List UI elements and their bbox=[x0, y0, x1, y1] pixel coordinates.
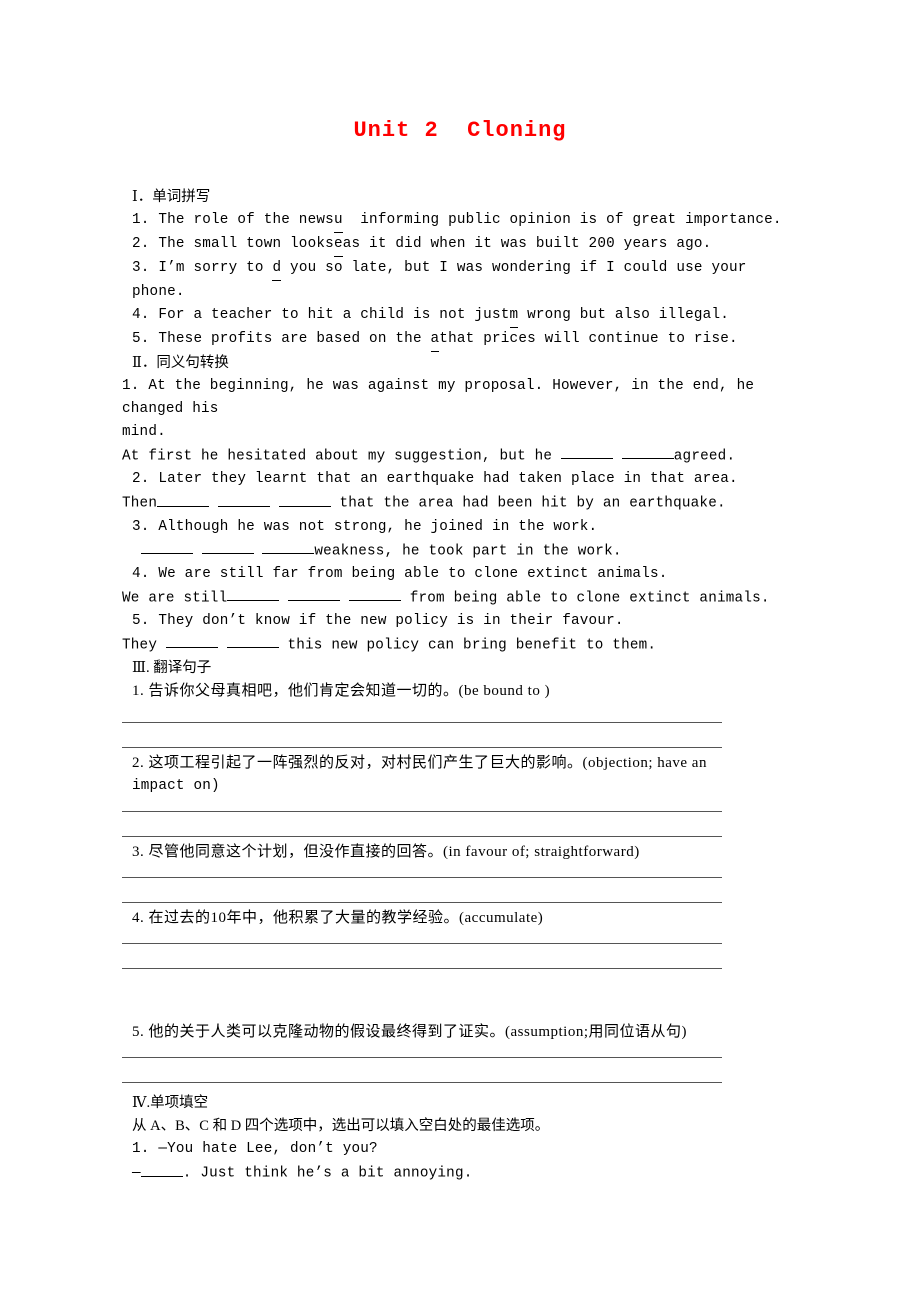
page-title: Unit 2 Cloning bbox=[353, 118, 567, 143]
s2-item-3-blank-3[interactable] bbox=[262, 539, 315, 554]
s3-item-5: 5. 他的关于人类可以克隆动物的假设最终得到了证实。(assumption;用同… bbox=[132, 1024, 687, 1041]
s2-item-5: 5. They don’t know if the new policy is … bbox=[132, 613, 624, 630]
s2-item-5-answer: They this new policy can bring benefit t… bbox=[122, 633, 798, 657]
s4-item-1-dash: — bbox=[132, 1165, 141, 1182]
s1-item-5: 5. These profits are based on the athat … bbox=[122, 328, 798, 352]
s2-item-4-answer: We are still from being able to clone ex… bbox=[122, 586, 798, 610]
worksheet-body: Ⅰ．单词拼写 1. The role of the newsu informin… bbox=[122, 186, 798, 1186]
s3-item-2: 2. 这项工程引起了一阵强烈的反对，对村民们产生了巨大的影响。(objectio… bbox=[132, 755, 707, 772]
s1-item-5-pre: 5. These profits are based on the bbox=[132, 331, 431, 347]
s2-item-4-blank-2[interactable] bbox=[288, 586, 341, 602]
section-heading-3: Ⅲ. 翻译句子 bbox=[132, 660, 212, 677]
section-heading-4: Ⅳ.单项填空 bbox=[132, 1095, 209, 1112]
s2-item-1-blank-2[interactable] bbox=[621, 444, 674, 460]
s2-item-1-line-1: 1. At the beginning, he was against my p… bbox=[122, 378, 763, 417]
s1-item-2-pre: 2. The small town looks bbox=[132, 236, 334, 252]
s4-item-1-post: . Just think he’s a bit annoying. bbox=[182, 1165, 473, 1182]
s1-item-3: 3. I’m sorry to d you so late, but I was… bbox=[122, 257, 798, 304]
s2-item-3-answer: weakness, he took part in the work. bbox=[122, 539, 798, 563]
s1-item-4-post: wrong but also illegal. bbox=[518, 307, 730, 323]
s1-item-2-blank[interactable]: e bbox=[333, 233, 343, 257]
s1-item-4-blank[interactable]: m bbox=[509, 304, 519, 328]
s2-item-3-blank-2[interactable] bbox=[201, 539, 254, 554]
s1-item-3-blank[interactable]: d bbox=[272, 257, 282, 281]
s3-item-2-continuation: impact on) bbox=[132, 778, 220, 795]
s2-item-2: 2. Later they learnt that an earthquake … bbox=[132, 471, 738, 488]
s2-item-5-answer-pre: They bbox=[122, 637, 166, 654]
s2-item-2-answer-pre: Then bbox=[122, 495, 158, 512]
s2-item-4: 4. We are still far from being able to c… bbox=[132, 565, 668, 582]
s3-item-4: 4. 在过去的10年中，他积累了大量的教学经验。(accumulate) bbox=[132, 910, 544, 927]
s2-item-3: 3. Although he was not strong, he joined… bbox=[132, 518, 598, 535]
s2-item-2-blank-3[interactable] bbox=[278, 491, 331, 507]
s1-item-2: 2. The small town lookseas it did when i… bbox=[122, 233, 798, 257]
s3-item-3: 3. 尽管他同意这个计划，但没作直接的回答。(in favour of; str… bbox=[132, 844, 640, 861]
s1-item-2-post: as it did when it was built 200 years ag… bbox=[342, 236, 712, 252]
s2-item-1-answer-mid bbox=[613, 448, 622, 464]
s2-item-2-answer-post: that the area had been hit by an earthqu… bbox=[330, 495, 726, 512]
s1-item-5-post: that prices will continue to rise. bbox=[439, 331, 738, 347]
s2-item-4-answer-pre: We are still bbox=[122, 590, 228, 607]
s1-item-1: 1. The role of the newsu informing publi… bbox=[122, 209, 798, 233]
section-heading-1: Ⅰ．单词拼写 bbox=[132, 189, 211, 205]
s4-item-1-blank[interactable] bbox=[140, 1161, 183, 1177]
s2-item-1-answer-post: agreed. bbox=[673, 448, 736, 465]
s2-item-2-blank-2[interactable] bbox=[217, 491, 270, 507]
s1-item-1-pre: 1. The role of the news bbox=[132, 212, 334, 228]
s1-item-4-pre: 4. For a teacher to hit a child is not j… bbox=[132, 307, 510, 323]
s3-item-1: 1. 告诉你父母真相吧，他们肯定会知道一切的。(be bound to ) bbox=[132, 683, 551, 700]
s2-item-2-answer: Then that the area had been hit by an ea… bbox=[122, 491, 798, 515]
s2-item-4-blank-1[interactable] bbox=[227, 586, 280, 602]
s2-item-1-blank-1[interactable] bbox=[560, 444, 613, 460]
s2-item-3-answer-post: weakness, he took part in the work. bbox=[314, 542, 622, 559]
s2-item-4-blank-3[interactable] bbox=[348, 586, 401, 602]
s2-item-5-blank-2[interactable] bbox=[226, 633, 279, 649]
s1-item-1-post: informing public opinion is of great imp… bbox=[342, 212, 782, 228]
s2-item-4-answer-post: from being able to clone extinct animals… bbox=[400, 590, 770, 607]
s1-item-1-blank[interactable]: u bbox=[333, 209, 343, 233]
s1-item-5-blank[interactable]: a bbox=[430, 328, 440, 352]
s1-item-3-pre: 3. I’m sorry to bbox=[132, 260, 273, 276]
s2-item-5-answer-post: this new policy can bring benefit to the… bbox=[278, 637, 657, 654]
s4-instruction: 从 A、B、C 和 D 四个选项中，选出可以填入空白处的最佳选项。 bbox=[132, 1118, 550, 1135]
s2-item-1-line-2: mind. bbox=[122, 424, 166, 440]
s2-item-5-blank-1[interactable] bbox=[165, 633, 218, 649]
worksheet-page: Unit 2 Cloning Ⅰ．单词拼写 1. The role of the… bbox=[0, 0, 920, 1302]
s4-item-1-line-2: — . Just think he’s a bit annoying. bbox=[122, 1161, 798, 1185]
s1-item-4: 4. For a teacher to hit a child is not j… bbox=[122, 304, 798, 328]
s2-item-1-answer-pre: At first he hesitated about my suggestio… bbox=[122, 448, 561, 465]
s2-item-3-blank-1[interactable] bbox=[140, 539, 193, 554]
s2-item-1-answer: At first he hesitated about my suggestio… bbox=[122, 444, 798, 468]
s2-item-2-blank-1[interactable] bbox=[157, 491, 210, 507]
s4-item-1-line-1: 1. —You hate Lee, don’t you? bbox=[132, 1141, 378, 1158]
section-heading-2: Ⅱ．同义句转换 bbox=[132, 355, 229, 371]
